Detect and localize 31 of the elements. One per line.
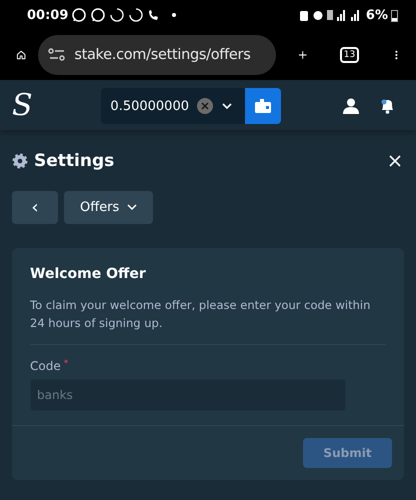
user-icon[interactable] (343, 98, 359, 114)
card-title: Welcome Offer (30, 266, 147, 282)
address-bar[interactable]: stake.com/settings/offers (38, 35, 276, 75)
url-text: stake.com/settings/offers (74, 47, 250, 63)
wallet-icon (255, 99, 271, 113)
site-settings-icon[interactable] (48, 48, 66, 62)
section-dropdown[interactable]: Offers (64, 191, 154, 224)
required-mark: * (64, 359, 68, 371)
battery-icon (391, 8, 398, 22)
spinner-icon (128, 7, 144, 23)
clear-icon (197, 98, 213, 114)
chevron-down-icon (127, 204, 138, 211)
tab-count[interactable]: 13 (340, 47, 360, 63)
page-title: Settings (34, 151, 114, 171)
notification-dot-icon (172, 13, 176, 17)
wallet-button[interactable] (245, 88, 281, 124)
battery-percent: 6% (366, 8, 388, 22)
spinner-icon (109, 7, 126, 23)
card-description: To claim your welcome offer, please enter your code within 24 hours of signing up. (30, 297, 372, 332)
balance-selector[interactable]: 0.50000000 (101, 88, 245, 124)
chat-icon (90, 7, 106, 23)
back-button[interactable]: ‹ (12, 191, 58, 224)
bell-icon[interactable] (379, 98, 396, 114)
gear-icon (12, 153, 28, 169)
chevron-down-icon (221, 102, 233, 110)
chat-icon (71, 7, 88, 23)
close-icon[interactable] (389, 155, 401, 167)
status-time: 00:09 (27, 8, 68, 22)
code-field[interactable]: banks (30, 379, 346, 411)
logo[interactable]: S (12, 91, 33, 121)
field-label: Code (30, 359, 61, 373)
